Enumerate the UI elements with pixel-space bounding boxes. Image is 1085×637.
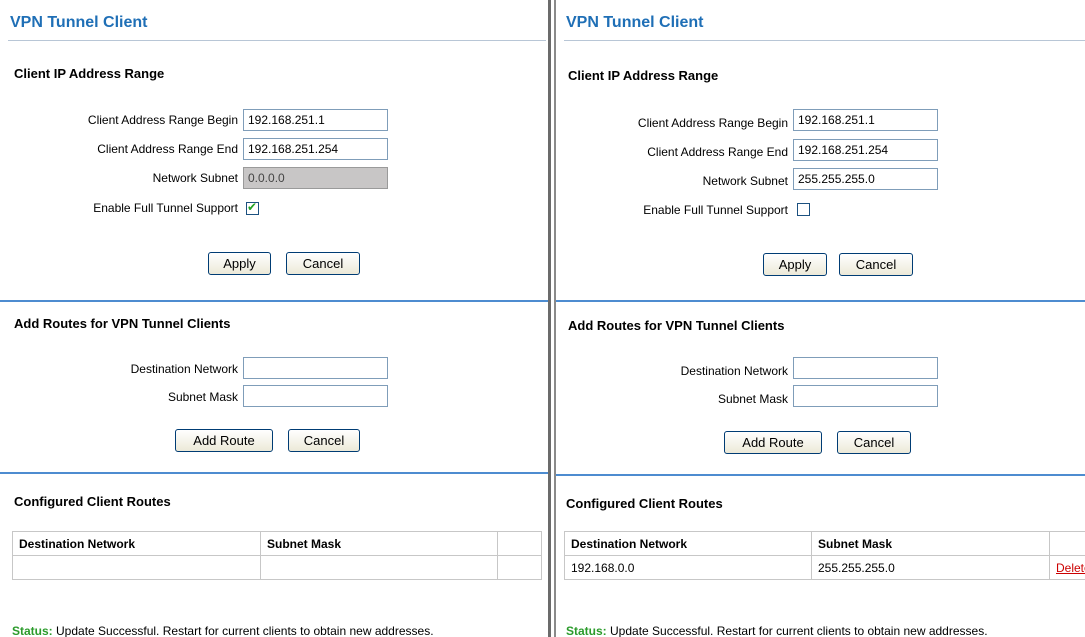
title-divider [8,40,546,41]
column-header: Subnet Mask [260,531,498,556]
range-begin-label: Client Address Range Begin [637,116,788,130]
section-divider [0,300,548,302]
network-subnet-input [243,167,388,189]
client-range-heading: Client IP Address Range [14,66,165,81]
table-row: 192.168.0.0 255.255.255.0 Delete [564,555,1085,580]
configured-routes-heading: Configured Client Routes [14,494,171,509]
status-text: Update Successful. Restart for current c… [606,624,988,637]
cancel-button[interactable]: Cancel [286,252,360,275]
range-end-input[interactable] [243,138,388,160]
table-cell: 192.168.0.0 [564,555,812,580]
add-routes-heading: Add Routes for VPN Tunnel Clients [14,316,231,331]
delete-cell: Delete [1049,555,1085,580]
column-header: Destination Network [12,531,261,556]
status-message: Status: Update Successful. Restart for c… [12,624,434,637]
range-begin-input[interactable] [243,109,388,131]
add-route-button[interactable]: Add Route [175,429,273,452]
delete-link[interactable]: Delete [1056,561,1085,575]
table-cell [12,555,261,580]
configured-routes-table: Destination Network Subnet Mask 192.168.… [564,531,1085,580]
range-begin-input[interactable] [793,109,938,131]
range-begin-label: Client Address Range Begin [87,113,238,127]
subnet-mask-input[interactable] [793,385,938,407]
range-end-input[interactable] [793,139,938,161]
network-subnet-input[interactable] [793,168,938,190]
column-header: Subnet Mask [811,531,1050,556]
destination-network-input[interactable] [793,357,938,379]
table-cell: 255.255.255.0 [811,555,1050,580]
title-divider [564,40,1085,41]
configured-routes-table: Destination Network Subnet Mask [12,531,542,580]
subnet-mask-label: Subnet Mask [167,390,238,404]
configured-routes-heading: Configured Client Routes [566,496,723,511]
table-cell [260,555,498,580]
apply-button[interactable]: Apply [208,252,271,275]
destination-network-label: Destination Network [130,362,238,376]
range-end-label: Client Address Range End [647,145,788,159]
status-label: Status: [566,624,607,637]
network-subnet-label: Network Subnet [702,174,788,188]
full-tunnel-checkbox[interactable] [797,203,810,216]
section-divider [0,472,548,474]
page-title: VPN Tunnel Client [10,14,148,31]
cancel-route-button[interactable]: Cancel [837,431,911,454]
subnet-mask-input[interactable] [243,385,388,407]
status-label: Status: [12,624,53,637]
table-header-row: Destination Network Subnet Mask [12,531,542,556]
table-row [12,555,542,580]
cancel-route-button[interactable]: Cancel [288,429,360,452]
column-header: Destination Network [564,531,812,556]
vpn-client-panel-right: VPN Tunnel Client Client IP Address Rang… [554,0,1085,637]
network-subnet-label: Network Subnet [152,171,238,185]
full-tunnel-label: Enable Full Tunnel Support [93,201,238,215]
status-text: Update Successful. Restart for current c… [52,624,434,637]
full-tunnel-checkbox[interactable]: ✔ [246,200,259,215]
client-range-heading: Client IP Address Range [568,68,719,83]
section-divider [556,474,1085,476]
cancel-button[interactable]: Cancel [839,253,913,276]
full-tunnel-label: Enable Full Tunnel Support [643,203,788,217]
column-header [497,531,542,556]
add-routes-heading: Add Routes for VPN Tunnel Clients [568,318,785,333]
check-icon: ✔ [247,200,258,214]
destination-network-label: Destination Network [680,364,788,378]
column-header [1049,531,1085,556]
range-end-label: Client Address Range End [97,142,238,156]
page-title: VPN Tunnel Client [566,14,704,31]
apply-button[interactable]: Apply [763,253,827,276]
add-route-button[interactable]: Add Route [724,431,822,454]
subnet-mask-label: Subnet Mask [717,392,788,406]
table-header-row: Destination Network Subnet Mask [564,531,1085,556]
destination-network-input[interactable] [243,357,388,379]
section-divider [556,300,1085,302]
table-cell [497,555,542,580]
status-message: Status: Update Successful. Restart for c… [566,624,988,637]
vpn-client-panel-left: VPN Tunnel Client Client IP Address Rang… [0,0,551,637]
